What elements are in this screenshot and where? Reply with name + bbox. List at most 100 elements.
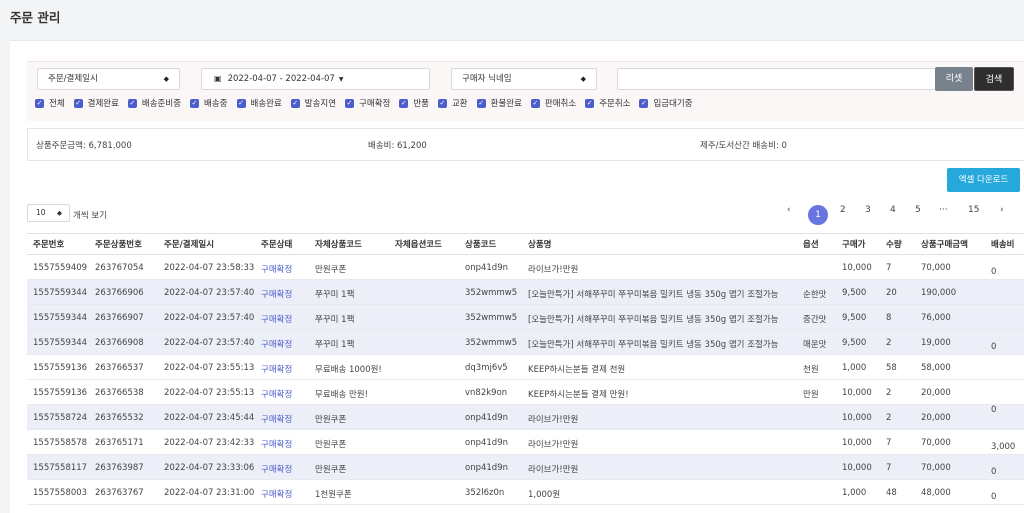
checkbox-return[interactable]: ✓ 반품 (399, 97, 429, 109)
table-row[interactable]: 1557559344 263766908 2022-04-07 23:57:40 구매… (27, 330, 1024, 355)
price-cell: 9,500 (842, 288, 867, 298)
table-row[interactable]: 1557559344 263766907 2022-04-07 23:57:40 구매… (27, 305, 1024, 330)
checkbox-delayed[interactable]: ✓ 발송지연 (290, 97, 336, 109)
col-header-order-no[interactable]: 주문번호 (33, 238, 64, 250)
product-code-cell: vn82k9on (465, 388, 508, 398)
price-cell: 10,000 (842, 263, 872, 273)
checkbox-order-cancel[interactable]: ✓ 주문취소 (585, 97, 630, 109)
status-link[interactable]: 구매확정 (261, 288, 292, 300)
status-link[interactable]: 구매확정 (261, 413, 292, 425)
status-link[interactable]: 구매확정 (261, 438, 292, 450)
select-arrow-icon: ◆ (580, 75, 586, 83)
product-code-cell: onp41d9n (465, 263, 508, 273)
date-range-picker[interactable]: ▣ 2022-04-07 - 2022-04-07 ▼ (201, 68, 430, 90)
date-cell: 2022-04-07 23:45:44 (164, 413, 255, 423)
date-type-select[interactable]: 주문/결제일시 ◆ (37, 68, 180, 90)
product-code-cell: dq3mj6v5 (465, 363, 508, 373)
amount-cell: 48,000 (921, 488, 951, 498)
page-15-button[interactable]: 15 (968, 205, 979, 215)
totals-summary: 상품주문금액: 6,781,000 배송비: 61,200 제주/도서산간 배송… (27, 128, 1024, 161)
status-link[interactable]: 구매확정 (261, 313, 292, 325)
page-2-button[interactable]: 2 (840, 205, 846, 215)
option-cell: 순한맛 (803, 290, 827, 300)
col-header-date[interactable]: 주문/결제일시 (164, 238, 214, 250)
search-field-select[interactable]: 구매자 닉네임 ◆ (451, 68, 597, 90)
order-no-cell: 1557559136 (33, 363, 88, 373)
table-row[interactable]: 1557558578 263765171 2022-04-07 23:42:33 구매… (27, 430, 1024, 455)
product-code-cell: 352wmmw5 (465, 288, 518, 298)
table-row[interactable]: 1557558003 263763767 2022-04-07 23:31:00 구매… (27, 480, 1024, 505)
checkbox-awaiting-deposit[interactable]: ✓ 입금대기중 (639, 97, 693, 109)
col-header-shipping[interactable]: 배송비 (991, 238, 1014, 250)
checkbox-refunded[interactable]: ✓ 환불완료 (476, 97, 522, 109)
table-row[interactable]: 1557559409 263767054 2022-04-07 23:58:33 구매… (27, 255, 1024, 280)
select-arrow-icon: ◆ (57, 209, 62, 217)
qty-cell: 8 (886, 313, 892, 323)
page-4-button[interactable]: 4 (890, 205, 896, 215)
item-no-cell: 263763767 (95, 488, 144, 498)
table-row[interactable]: 1557559136 263766537 2022-04-07 23:55:13 구매… (27, 355, 1024, 380)
table-row[interactable]: 1557559344 263766906 2022-04-07 23:57:40 구매… (27, 280, 1024, 305)
checkbox-shipping[interactable]: ✓ 배송중 (190, 97, 228, 109)
status-link[interactable]: 구매확정 (261, 463, 292, 475)
checkbox-confirmed[interactable]: ✓ 구매확정 (345, 97, 390, 109)
table-row[interactable]: 1557558724 263765532 2022-04-07 23:45:44 구매… (27, 405, 1024, 430)
status-link[interactable]: 구매확정 (261, 263, 292, 275)
next-page-button[interactable]: › (1000, 205, 1004, 215)
status-link[interactable]: 구매확정 (261, 388, 292, 400)
order-amount-total: 상품주문금액: 6,781,000 (36, 141, 132, 151)
date-cell: 2022-04-07 23:42:33 (164, 438, 255, 448)
col-header-price[interactable]: 구매가 (842, 238, 865, 250)
table-row[interactable]: 1557559136 263766538 2022-04-07 23:55:13 구매… (27, 380, 1024, 405)
product-name-cell: [오늘만특가] 서해쭈꾸미 쭈꾸미볶음 밀키트 냉동 350g 맵기 조절가능 (528, 340, 779, 350)
date-range-value: 2022-04-07 - 2022-04-07 (227, 74, 335, 84)
col-header-product-name[interactable]: 상품명 (528, 238, 551, 250)
prev-page-button[interactable]: ‹ (787, 205, 791, 215)
order-no-cell: 1557559344 (33, 313, 88, 323)
col-header-option[interactable]: 옵션 (803, 238, 819, 250)
col-header-product-code[interactable]: 상품코드 (465, 238, 496, 250)
col-header-amount[interactable]: 상품구매금액 (921, 238, 968, 250)
page-title: 주문 관리 (10, 10, 61, 25)
status-link[interactable]: 구매확정 (261, 363, 292, 375)
date-cell: 2022-04-07 23:58:33 (164, 263, 255, 273)
item-no-cell: 263765532 (95, 413, 144, 423)
reset-button[interactable]: 리셋 (935, 67, 973, 91)
checkbox-sale-cancel[interactable]: ✓ 판매취소 (530, 97, 576, 109)
col-header-qty[interactable]: 수량 (886, 238, 902, 250)
check-icon: ✓ (399, 98, 409, 108)
page-5-button[interactable]: 5 (915, 205, 921, 215)
checkbox-exchange[interactable]: ✓ 교환 (437, 97, 468, 109)
check-icon: ✓ (530, 98, 540, 108)
col-header-own-code[interactable]: 자체상품코드 (315, 238, 362, 250)
checkbox-delivered[interactable]: ✓ 배송완료 (236, 97, 282, 109)
col-header-status[interactable]: 주문상태 (261, 238, 292, 250)
option-cell: 만원 (803, 390, 819, 400)
page-3-button[interactable]: 3 (865, 205, 871, 215)
option-cell: 천원 (803, 365, 819, 375)
own-code-cell: 1천원쿠폰 (315, 490, 352, 500)
col-header-own-option-code[interactable]: 자체옵션코드 (395, 238, 442, 250)
search-field-value: 구매자 닉네임 (462, 74, 512, 84)
order-no-cell: 1557558003 (33, 488, 88, 498)
price-cell: 10,000 (842, 463, 872, 473)
product-code-cell: onp41d9n (465, 438, 508, 448)
checkbox-all[interactable]: ✓ 전체 (35, 97, 65, 109)
checkbox-preparing[interactable]: ✓ 배송준비중 (127, 97, 181, 109)
item-no-cell: 263766907 (95, 313, 144, 323)
col-header-item-no[interactable]: 주문상품번호 (95, 238, 142, 250)
search-input[interactable] (617, 68, 937, 90)
status-link[interactable]: 구매확정 (261, 338, 292, 350)
header-top-divider (27, 233, 1024, 234)
product-name-cell: KEEP하시는분들 결제 천원 (528, 365, 626, 375)
page-1-button[interactable]: 1 (808, 205, 828, 225)
own-code-cell: 쭈꾸미 1팩 (315, 340, 355, 350)
search-button[interactable]: 검색 (974, 67, 1014, 91)
per-page-select[interactable]: 10 ◆ (27, 204, 70, 222)
checkbox-paid[interactable]: ✓ 결제완료 (73, 97, 119, 109)
product-name-cell: 라이브가!만원 (528, 440, 579, 450)
excel-download-button[interactable]: 엑셀 다운로드 (947, 168, 1020, 192)
status-link[interactable]: 구매확정 (261, 488, 292, 500)
table-row[interactable]: 1557558117 263763987 2022-04-07 23:33:06 구매… (27, 455, 1024, 480)
price-cell: 10,000 (842, 438, 872, 448)
